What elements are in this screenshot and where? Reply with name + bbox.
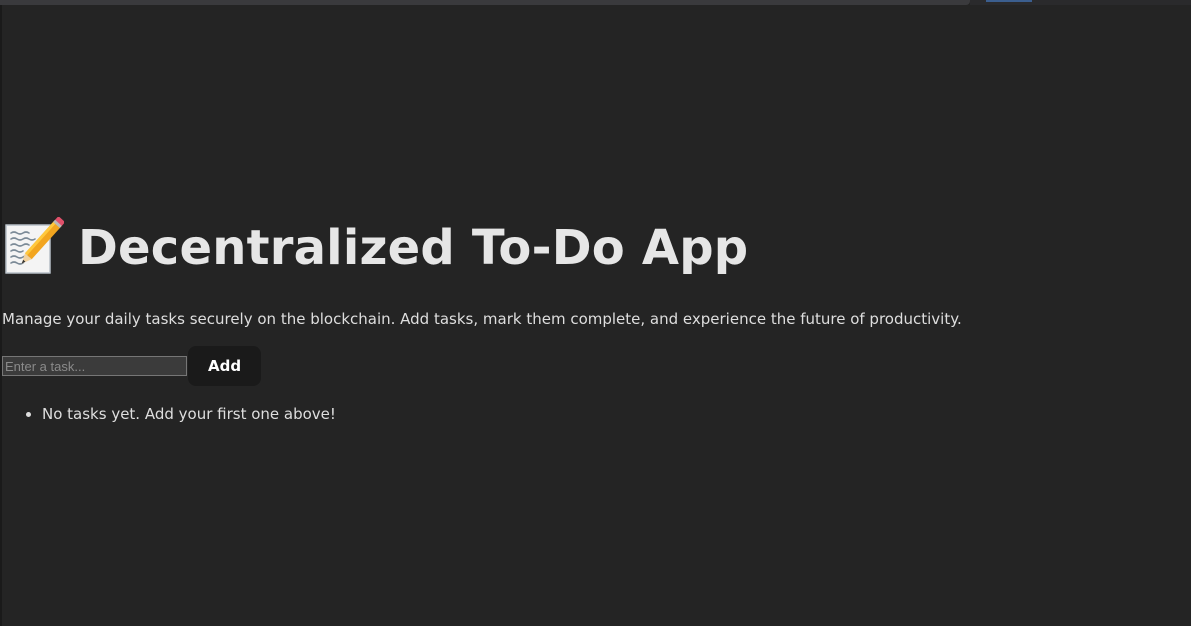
page-title-text: Decentralized To-Do App [78,220,749,276]
app-description: Manage your daily tasks securely on the … [2,310,962,328]
todo-app: Decentralized To-Do App Manage your dail… [2,200,1182,424]
add-task-form: Add [2,346,1182,386]
browser-top-strip [0,0,970,5]
task-input[interactable] [2,356,187,376]
page-title: Decentralized To-Do App [2,200,1182,296]
browser-tab-indicator [986,0,1032,2]
task-list: No tasks yet. Add your first one above! [2,404,1182,424]
add-task-button[interactable]: Add [188,346,262,386]
memo-pencil-icon [2,216,66,279]
empty-task-message: No tasks yet. Add your first one above! [42,404,1182,424]
